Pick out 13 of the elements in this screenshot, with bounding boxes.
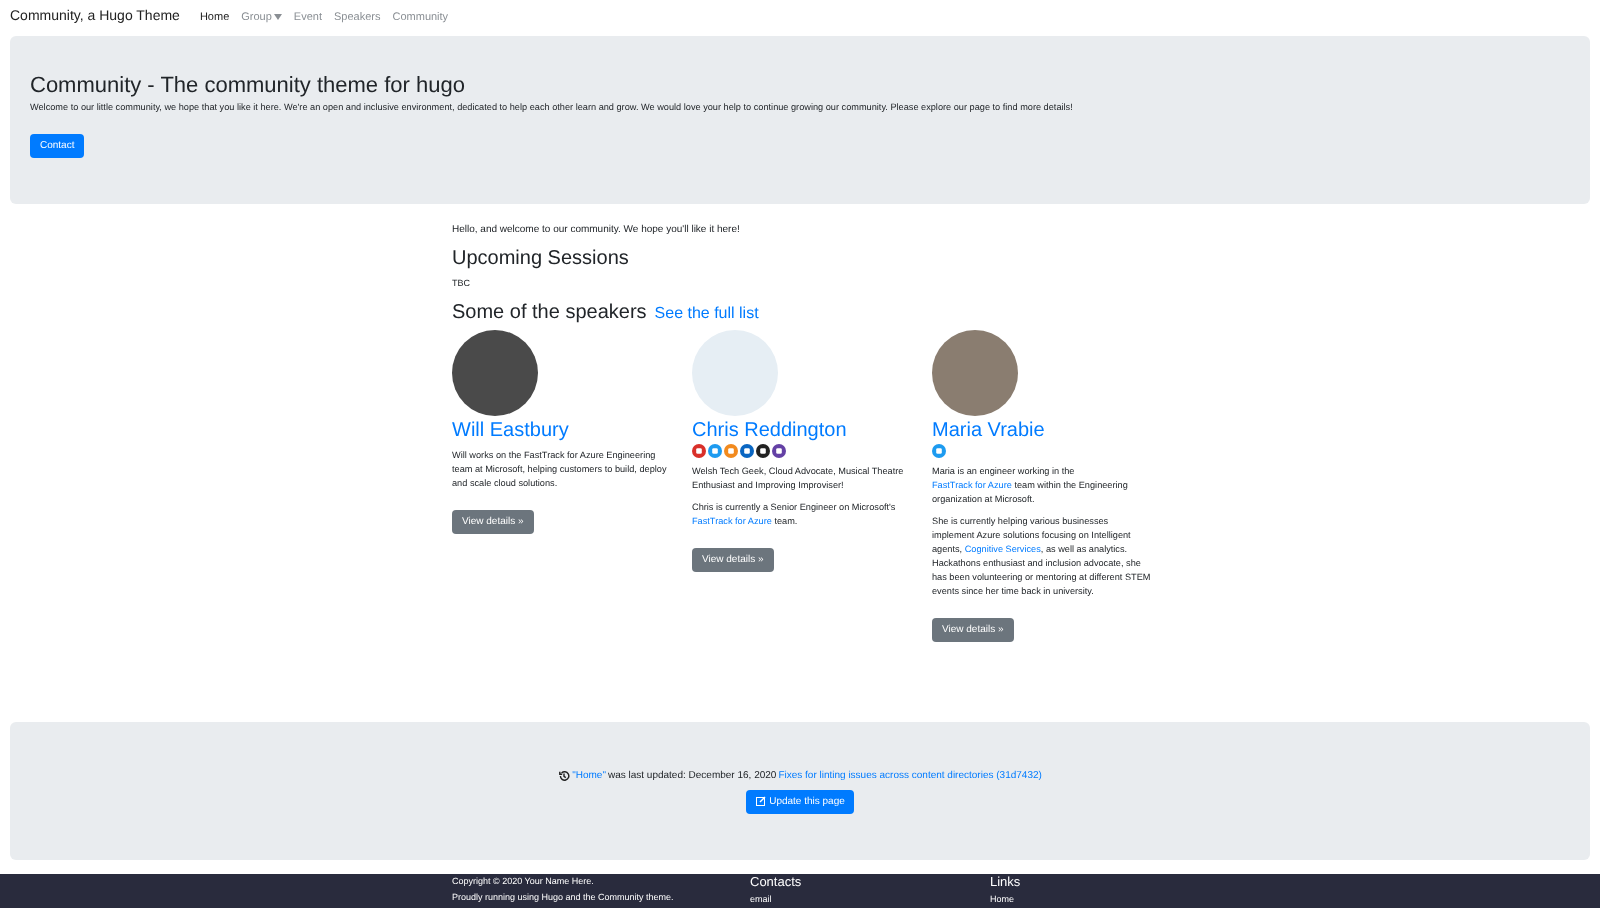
speaker-name[interactable]: Chris Reddington xyxy=(692,420,912,442)
history-icon xyxy=(558,769,571,781)
hero-title: Community - The community theme for hugo xyxy=(30,74,467,98)
speaker-name[interactable]: Will Eastbury xyxy=(452,420,672,442)
sessions-heading: Upcoming Sessions xyxy=(452,248,631,270)
speaker-name[interactable]: Maria Vrabie xyxy=(932,420,1152,442)
edit-icon xyxy=(755,796,766,806)
caret-icon xyxy=(273,14,282,20)
avatar-placeholder xyxy=(452,330,538,416)
full-list-link[interactable]: See the full list xyxy=(654,304,759,322)
avatar-placeholder xyxy=(692,330,778,416)
avatar-placeholder xyxy=(932,330,1018,416)
speakers-heading: Some of the speakers xyxy=(452,302,647,324)
